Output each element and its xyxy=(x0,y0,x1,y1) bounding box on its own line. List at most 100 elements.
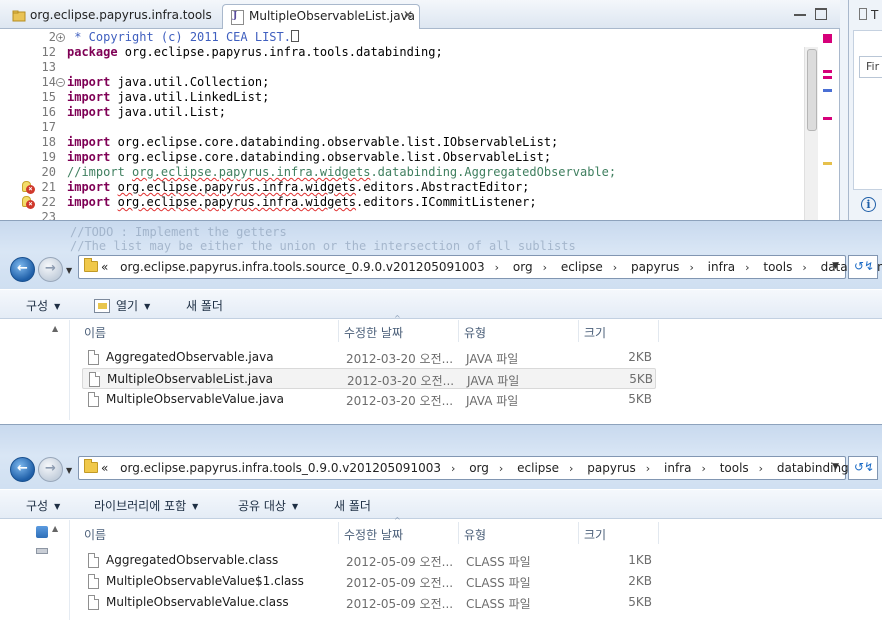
breadcrumb-item[interactable]: infra xyxy=(708,260,735,274)
code-line[interactable]: 19 import org.eclipse.core.databinding.ob… xyxy=(0,150,800,165)
breadcrumb-item[interactable]: papyrus xyxy=(587,461,635,475)
breadcrumb-item[interactable]: eclipse xyxy=(517,461,559,475)
column-name[interactable]: 이름 xyxy=(84,324,106,341)
code-line[interactable]: 2 + * Copyright (c) 2011 CEA LIST. xyxy=(0,30,800,45)
file-row[interactable]: MultipleObservableValue.class 2012-05-09… xyxy=(82,592,656,613)
chevron-right-icon[interactable]: › xyxy=(543,261,547,274)
ruler-annotation-marker[interactable] xyxy=(823,70,832,73)
find-input[interactable]: Fir xyxy=(859,56,882,78)
code-line[interactable]: 18 import org.eclipse.core.databinding.ob… xyxy=(0,135,800,150)
chevron-right-icon[interactable]: › xyxy=(495,261,499,274)
recent-pages-dropdown-icon[interactable]: ▼ xyxy=(66,466,72,475)
back-button[interactable]: ← xyxy=(10,457,35,482)
chevron-right-icon[interactable]: › xyxy=(569,462,573,475)
ruler-annotation-marker[interactable] xyxy=(823,76,832,79)
file-row[interactable]: AggregatedObservable.java 2012-03-20 오전.… xyxy=(82,347,656,368)
open-button[interactable]: 열기 ▼ xyxy=(94,297,150,314)
include-in-library-button[interactable]: 라이브러리에 포함 ▼ xyxy=(94,497,198,514)
chevron-right-icon[interactable]: › xyxy=(613,261,617,274)
organize-button[interactable]: 구성 ▼ xyxy=(26,497,60,514)
column-type[interactable]: 유형 xyxy=(464,526,486,543)
error-marker-icon[interactable] xyxy=(823,34,832,43)
forward-button[interactable]: → xyxy=(38,457,63,482)
address-dropdown-icon[interactable]: ▼ xyxy=(832,261,839,271)
code-line[interactable]: 21 × import org.eclipse.papyrus.infra.widg… xyxy=(0,180,800,195)
file-row[interactable]: MultipleObservableValue.java 2012-03-20 … xyxy=(82,389,656,410)
chevron-right-icon[interactable]: › xyxy=(499,462,503,475)
address-bar[interactable]: « org.eclipse.papyrus.infra.tools_0.9.0.… xyxy=(78,456,849,480)
info-icon[interactable]: i xyxy=(861,197,876,212)
chevron-right-icon[interactable]: › xyxy=(646,462,650,475)
new-folder-button[interactable]: 새 폴더 xyxy=(186,297,223,314)
error-quickfix-icon[interactable]: × xyxy=(22,196,35,209)
code-line[interactable]: 20 //import org.eclipse.papyrus.infra.wid… xyxy=(0,165,800,180)
file-row[interactable]: AggregatedObservable.class 2012-05-09 오전… xyxy=(82,550,656,571)
overview-ruler[interactable] xyxy=(819,29,839,222)
error-quickfix-icon[interactable]: × xyxy=(22,181,35,194)
code-line[interactable]: 15 import java.util.LinkedList; xyxy=(0,90,800,105)
library-icon[interactable] xyxy=(36,526,48,538)
breadcrumb-item[interactable]: papyrus xyxy=(631,260,679,274)
code-line[interactable]: 22 × import org.eclipse.papyrus.infra.widg… xyxy=(0,195,800,210)
code-line[interactable]: 12 package org.eclipse.papyrus.infra.tool… xyxy=(0,45,800,60)
breadcrumb-item[interactable]: org xyxy=(469,461,489,475)
forward-button[interactable]: → xyxy=(38,257,63,282)
breadcrumb-item[interactable]: org xyxy=(513,260,533,274)
tab-multiple-observable-list[interactable]: J MultipleObservableList.java ✕ xyxy=(222,4,420,29)
fold-toggle-icon[interactable]: + xyxy=(56,33,65,42)
breadcrumb-item[interactable]: org.eclipse.papyrus.infra.tools.source_0… xyxy=(120,260,484,274)
organize-button[interactable]: 구성 ▼ xyxy=(26,297,60,314)
column-name[interactable]: 이름 xyxy=(84,526,106,543)
chevron-right-icon[interactable]: › xyxy=(802,261,806,274)
drive-icon[interactable] xyxy=(36,548,48,554)
column-date[interactable]: 수정한 날짜 xyxy=(344,324,403,341)
ruler-annotation-marker[interactable] xyxy=(823,162,832,165)
file-row[interactable]: MultipleObservableValue$1.class 2012-05-… xyxy=(82,571,656,592)
refresh-button[interactable]: ↺↯ xyxy=(848,255,878,279)
column-size[interactable]: 크기 xyxy=(584,324,606,341)
breadcrumb-item[interactable]: eclipse xyxy=(561,260,603,274)
code-line[interactable]: 16 import java.util.List; xyxy=(0,105,800,120)
line-number: 12 xyxy=(41,45,56,59)
chevron-right-icon[interactable]: › xyxy=(689,261,693,274)
column-headers: 이름 ^ 수정한 날짜 유형 크기 xyxy=(78,314,668,342)
breadcrumb-item[interactable]: infra xyxy=(664,461,691,475)
side-view-title[interactable]: T xyxy=(859,8,878,22)
scroll-up-icon[interactable]: ▲ xyxy=(52,524,58,533)
ruler-annotation-marker[interactable] xyxy=(823,89,832,92)
chevron-right-icon[interactable]: › xyxy=(745,261,749,274)
breadcrumb-item[interactable]: tools xyxy=(763,260,792,274)
column-size[interactable]: 크기 xyxy=(584,526,606,543)
recent-pages-dropdown-icon[interactable]: ▼ xyxy=(66,266,72,275)
refresh-button[interactable]: ↺↯ xyxy=(848,456,878,480)
scroll-up-icon[interactable]: ▲ xyxy=(52,324,58,333)
breadcrumb-item[interactable]: org.eclipse.papyrus.infra.tools_0.9.0.v2… xyxy=(120,461,441,475)
scrollbar-thumb[interactable] xyxy=(807,49,817,131)
column-date[interactable]: 수정한 날짜 xyxy=(344,526,403,543)
tab-infra-tools[interactable]: org.eclipse.papyrus.infra.tools xyxy=(4,4,216,29)
code-editor[interactable]: 2 + * Copyright (c) 2011 CEA LIST. 12 packa… xyxy=(0,29,840,224)
close-tab-icon[interactable]: ✕ xyxy=(403,8,413,22)
code-line[interactable]: 13 xyxy=(0,60,800,75)
chevron-right-icon[interactable]: › xyxy=(759,462,763,475)
breadcrumb-overflow[interactable]: « xyxy=(101,461,108,475)
chevron-right-icon[interactable]: › xyxy=(701,462,705,475)
fold-toggle-icon[interactable]: − xyxy=(56,78,65,87)
file-row-selected[interactable]: MultipleObservableList.java 2012-03-20 오… xyxy=(82,368,656,389)
minimize-icon[interactable] xyxy=(794,8,806,16)
breadcrumb-item[interactable]: tools xyxy=(720,461,749,475)
back-button[interactable]: ← xyxy=(10,257,35,282)
vertical-scrollbar[interactable] xyxy=(804,47,818,222)
maximize-icon[interactable] xyxy=(815,8,827,20)
address-dropdown-icon[interactable]: ▼ xyxy=(832,462,839,472)
ruler-annotation-marker[interactable] xyxy=(823,117,832,120)
address-bar[interactable]: « org.eclipse.papyrus.infra.tools.source… xyxy=(78,255,882,279)
share-with-button[interactable]: 공유 대상 ▼ xyxy=(238,497,298,514)
chevron-right-icon[interactable]: › xyxy=(451,462,455,475)
code-text: import org.eclipse.papyrus.infra.widgets… xyxy=(67,195,537,209)
code-line[interactable]: 17 xyxy=(0,120,800,135)
breadcrumb-overflow[interactable]: « xyxy=(101,260,108,274)
column-type[interactable]: 유형 xyxy=(464,324,486,341)
new-folder-button[interactable]: 새 폴더 xyxy=(334,497,371,514)
code-line[interactable]: 14− import java.util.Collection; xyxy=(0,75,800,90)
